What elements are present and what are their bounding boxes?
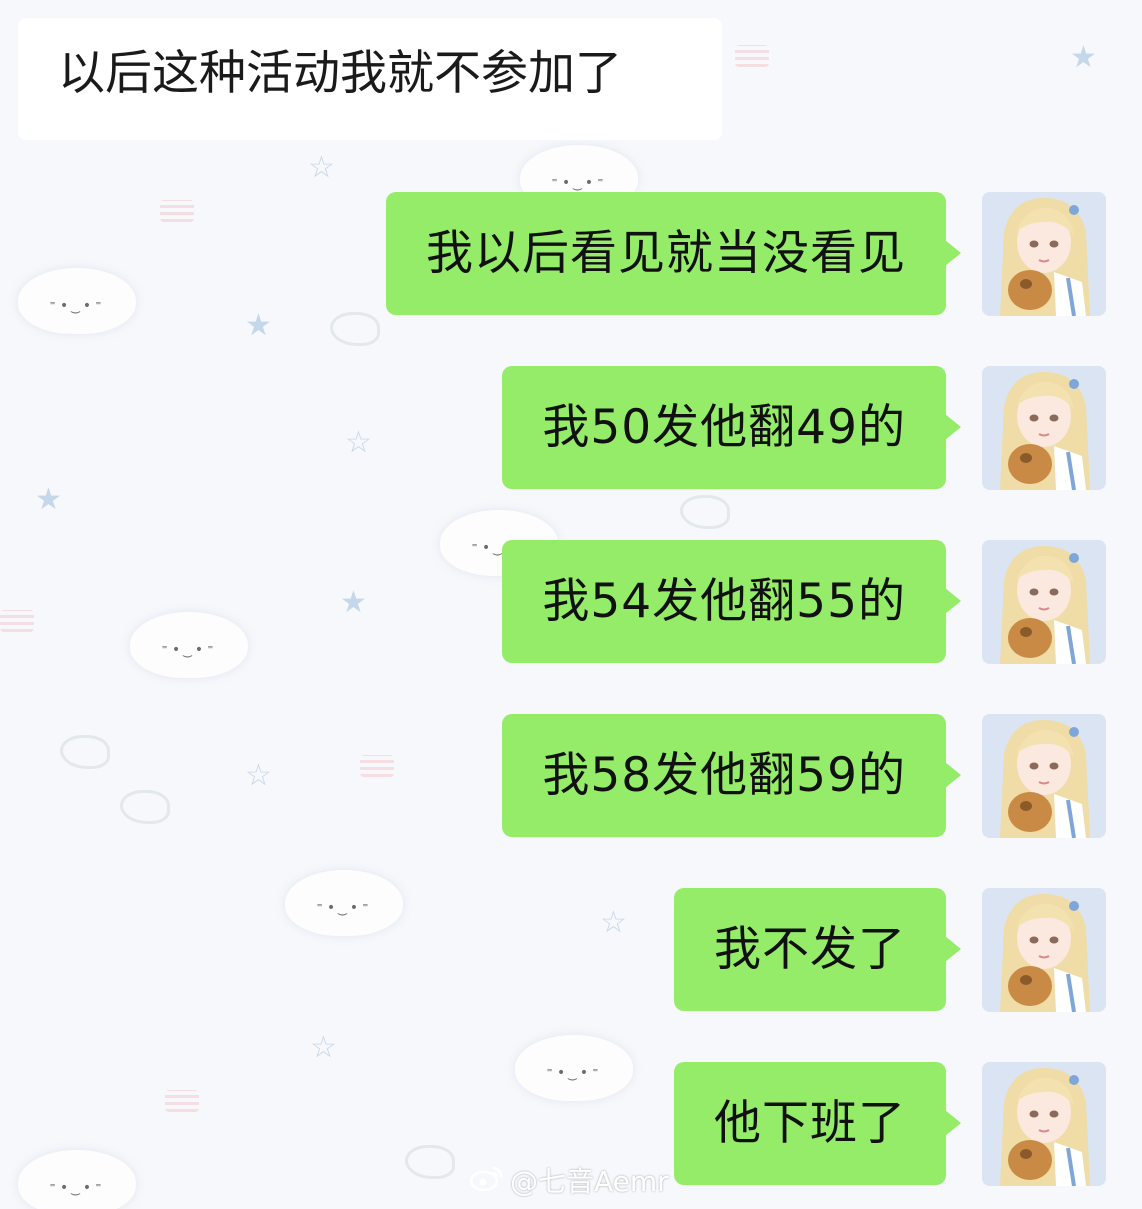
avatar-illustration — [982, 1062, 1106, 1186]
avatar-illustration — [982, 714, 1106, 838]
incoming-message-bubble[interactable]: 以后这种活动我就不参加了 — [18, 18, 722, 140]
message-text: 他下班了 — [714, 1095, 906, 1151]
watermark-text: @七音Aemr — [510, 1165, 669, 1198]
avatar[interactable] — [982, 540, 1106, 664]
avatar[interactable] — [982, 714, 1106, 838]
outgoing-message-bubble[interactable]: 我58发他翻59的 — [502, 714, 961, 837]
avatar-illustration — [982, 888, 1106, 1012]
outgoing-message-row: 我58发他翻59的 — [0, 714, 1142, 838]
wing-decoration — [330, 312, 380, 346]
outgoing-message-row: 我以后看见就当没看见 — [0, 192, 1142, 316]
outgoing-message-bubble[interactable]: 他下班了 — [674, 1062, 961, 1185]
avatar-illustration — [982, 366, 1106, 490]
outgoing-message-bubble[interactable]: 我54发他翻55的 — [502, 540, 961, 663]
avatar[interactable] — [982, 888, 1106, 1012]
avatar[interactable] — [982, 366, 1106, 490]
avatar-illustration — [982, 540, 1106, 664]
outgoing-message-row: 我54发他翻55的 — [0, 540, 1142, 664]
outgoing-message-row: 我不发了 — [0, 888, 1142, 1012]
outgoing-message-bubble[interactable]: 我50发他翻49的 — [502, 366, 961, 489]
stripe-decoration — [735, 45, 769, 67]
avatar[interactable] — [982, 1062, 1106, 1186]
message-text: 我不发了 — [714, 921, 906, 977]
watermark: @七音Aemr — [469, 1160, 669, 1200]
weibo-icon — [469, 1165, 504, 1198]
avatar[interactable] — [982, 192, 1106, 316]
message-text: 以后这种活动我就不参加了 — [58, 46, 622, 101]
message-text: 我54发他翻55的 — [542, 573, 906, 629]
outgoing-message-row: 我50发他翻49的 — [0, 366, 1142, 490]
star-decoration: ★ — [1070, 40, 1097, 75]
outgoing-message-bubble[interactable]: 我以后看见就当没看见 — [386, 192, 961, 315]
message-text: 我以后看见就当没看见 — [426, 225, 906, 281]
wing-decoration — [680, 495, 730, 529]
message-text: 我50发他翻49的 — [542, 399, 906, 455]
avatar-illustration — [982, 192, 1106, 316]
message-text: 我58发他翻59的 — [542, 747, 906, 803]
star-decoration: ☆ — [310, 1030, 337, 1065]
outgoing-message-bubble[interactable]: 我不发了 — [674, 888, 961, 1011]
star-decoration: ☆ — [308, 150, 335, 185]
